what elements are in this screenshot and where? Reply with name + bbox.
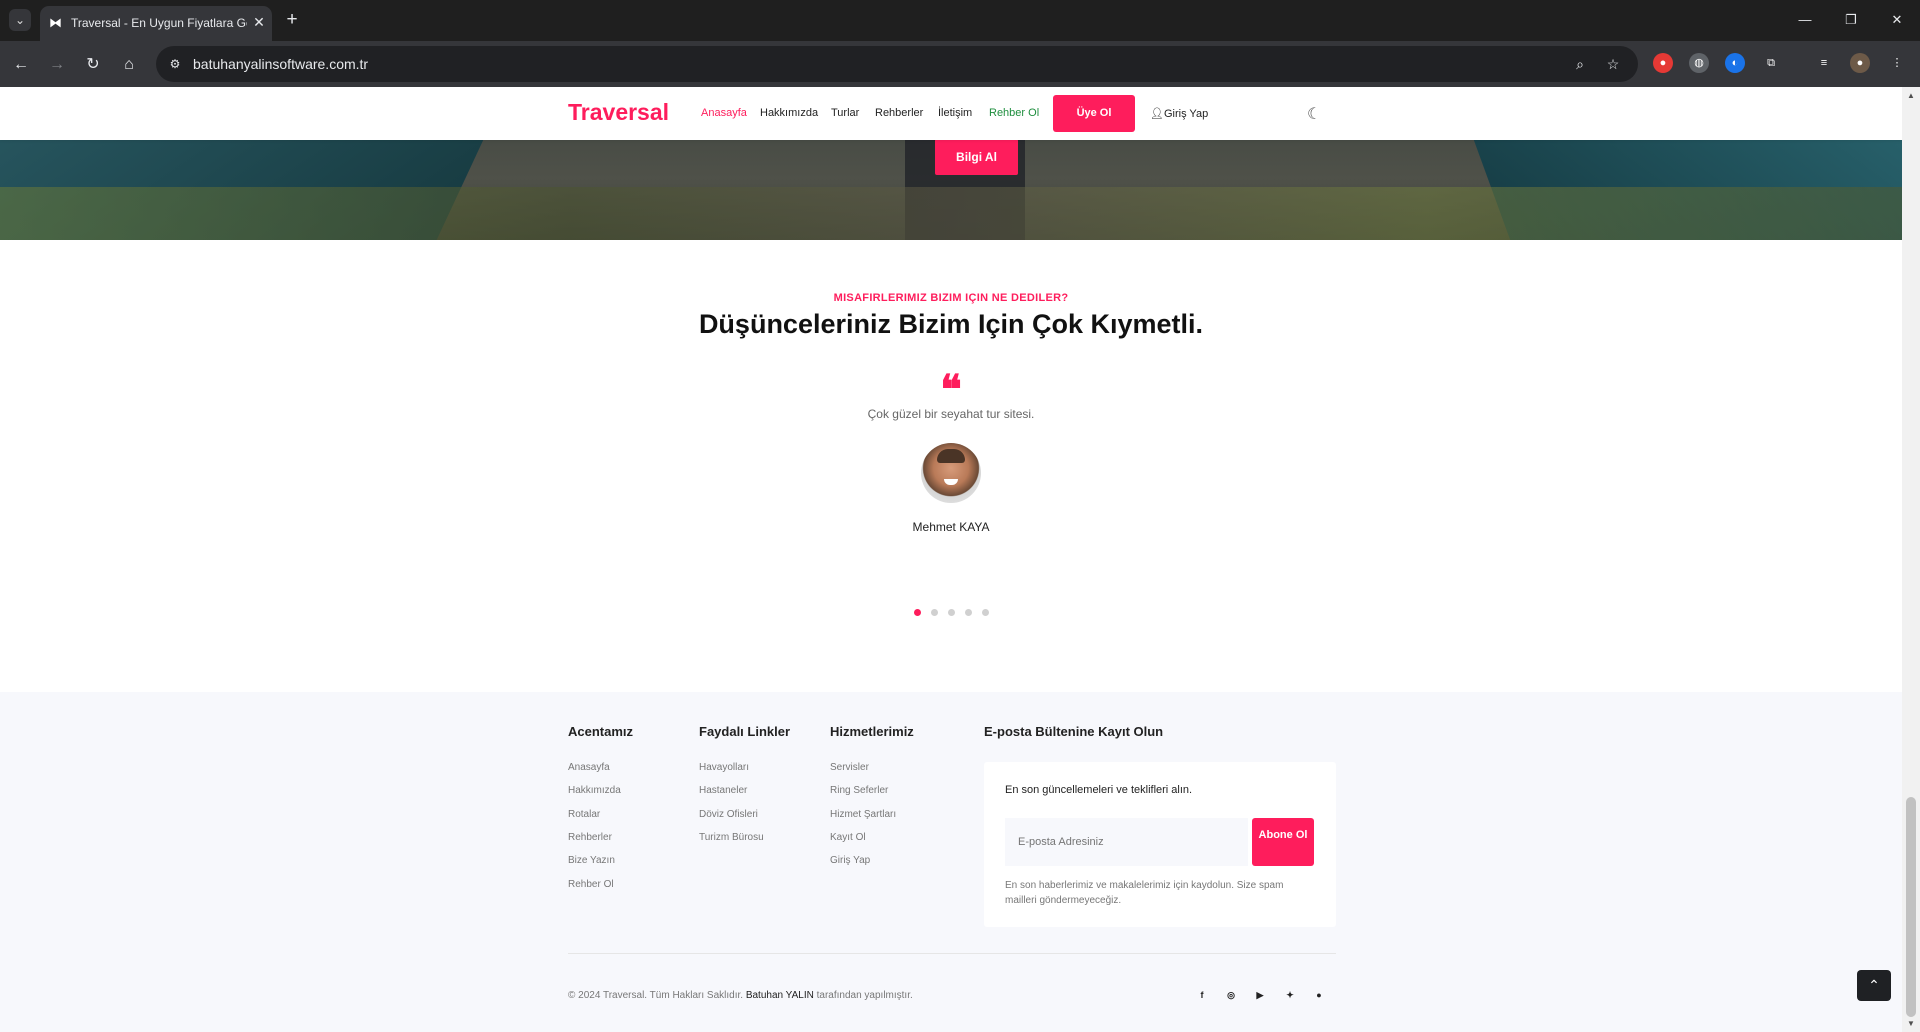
browser-chrome: ⌄ ⧓ Traversal - En Uygun Fiyatlara Ge ✕ … [0, 0, 1920, 87]
favicon-icon: ⧓ [49, 15, 62, 30]
footer-link[interactable]: Havayolları [699, 762, 749, 773]
footer-link[interactable]: Ring Seferler [830, 785, 888, 796]
browser-tab[interactable]: ⧓ Traversal - En Uygun Fiyatlara Ge ✕ [40, 6, 272, 41]
back-icon[interactable]: ← [10, 54, 32, 76]
hero-grass [0, 187, 1902, 240]
footer-link[interactable]: Döviz Ofisleri [699, 809, 758, 820]
newsletter-note: En son haberlerimiz ve makalelerimiz içi… [1005, 880, 1284, 906]
avatar-hair [937, 449, 965, 463]
nav-item-become-guide[interactable]: Rehber Ol [989, 107, 1039, 119]
scroll-down-icon[interactable]: ▼ [1907, 1019, 1915, 1028]
restore-icon[interactable]: ❐ [1839, 9, 1863, 31]
nav-item-about[interactable]: Hakkımızda [760, 107, 818, 119]
footer-link[interactable]: Turizm Bürosu [699, 832, 764, 843]
user-icon: 👤︎ [1150, 108, 1164, 120]
twitter-icon[interactable]: ✦ [1283, 988, 1297, 1002]
newsletter-intro: En son güncellemeleri ve teklifleri alın… [1005, 784, 1193, 796]
web-page: Bilgi Al Traversal Anasayfa Hakkımızda T… [0, 87, 1902, 1032]
footer-col3-title: Hizmetlerimiz [830, 724, 914, 739]
chevron-up-icon: ⌃ [1868, 977, 1880, 993]
footer-link[interactable]: Kayıt Ol [830, 832, 866, 843]
testimonial-text: Çok güzel bir seyahat tur sitesi. [867, 407, 1035, 421]
author-link[interactable]: Batuhan YALIN [746, 990, 814, 1001]
signup-button[interactable]: Üye Ol [1053, 95, 1135, 132]
bookmark-star-icon[interactable]: ☆ [1604, 55, 1622, 73]
tab-strip: ⌄ ⧓ Traversal - En Uygun Fiyatlara Ge ✕ … [0, 0, 1920, 41]
footer-col1-title: Acentamız [568, 724, 634, 739]
scroll-to-top-button[interactable]: ⌃ [1857, 970, 1891, 1001]
page-scrollbar[interactable]: ▲ ▼ [1902, 87, 1920, 1032]
carousel-dot[interactable] [965, 609, 972, 616]
scroll-up-icon[interactable]: ▲ [1907, 91, 1915, 100]
carousel-dot[interactable] [982, 609, 989, 616]
tab-search-icon[interactable]: ⌄ [9, 9, 31, 31]
youtube-icon[interactable]: ▶ [1253, 988, 1267, 1002]
copyright-text: © 2024 Traversal. Tüm Hakları Saklıdır. [568, 990, 744, 1001]
url-text: batuhanyalinsoftware.com.tr [193, 56, 369, 72]
facebook-icon[interactable]: f [1195, 988, 1209, 1002]
footer-link[interactable]: Rehber Ol [568, 879, 614, 890]
reload-icon[interactable]: ↻ [82, 54, 104, 76]
testimonial-author: Mehmet KAYA [912, 520, 990, 534]
extension-red-icon[interactable]: ● [1653, 53, 1673, 73]
dark-mode-moon-icon[interactable]: ☾ [1307, 104, 1321, 124]
footer-link[interactable]: Rotalar [568, 809, 600, 820]
new-tab-icon[interactable]: + [281, 9, 303, 31]
address-bar[interactable]: ⚙ batuhanyalinsoftware.com.tr ⌕ ☆ [156, 46, 1638, 82]
footer-link[interactable]: Servisler [830, 762, 869, 773]
avatar-smile [944, 479, 958, 485]
forward-icon[interactable]: → [46, 54, 68, 76]
profile-avatar-icon[interactable]: ● [1850, 53, 1870, 73]
extensions-puzzle-icon[interactable]: ⧉ [1761, 53, 1781, 73]
tab-title: Traversal - En Uygun Fiyatlara Ge [71, 16, 247, 30]
footer-link[interactable]: Bize Yazın [568, 855, 615, 866]
scrollbar-thumb[interactable] [1906, 797, 1916, 1017]
instagram-icon[interactable]: ◎ [1224, 988, 1238, 1002]
nav-item-tours[interactable]: Turlar [831, 107, 859, 119]
copyright: © 2024 Traversal. Tüm Hakları Saklıdır. … [568, 990, 913, 1001]
minimize-icon[interactable]: — [1793, 9, 1817, 31]
login-label: Giriş Yap [1163, 108, 1209, 120]
extension-globe-icon[interactable]: ◍ [1689, 53, 1709, 73]
close-tab-icon[interactable]: ✕ [249, 12, 269, 32]
avatar [921, 443, 981, 503]
extension-blue-icon[interactable]: ◐ [1725, 53, 1745, 73]
email-field[interactable] [1005, 818, 1248, 866]
footer-link[interactable]: Hizmet Şartları [830, 809, 896, 820]
browser-menu-icon[interactable]: ⋮ [1887, 53, 1907, 73]
testimonials-title: Düşünceleriniz Bizim Için Çok Kıymetli. [698, 309, 1204, 339]
site-footer: Acentamız Anasayfa Hakkımızda Rotalar Re… [0, 692, 1902, 1032]
subscribe-button[interactable]: Abone Ol [1252, 818, 1314, 866]
media-control-icon[interactable]: ≡ [1814, 53, 1834, 73]
site-info-icon[interactable]: ⚙ [166, 55, 184, 73]
quote-icon: ❝ [940, 366, 962, 413]
site-navbar: Traversal Anasayfa Hakkımızda Turlar Reh… [0, 87, 1902, 140]
carousel-dot[interactable] [931, 609, 938, 616]
footer-link[interactable]: Anasayfa [568, 762, 610, 773]
zoom-icon[interactable]: ⌕ [1571, 55, 1589, 73]
browser-toolbar: ← → ↻ ⌂ ⚙ batuhanyalinsoftware.com.tr ⌕ … [0, 41, 1920, 87]
footer-link[interactable]: Hakkımızda [568, 785, 621, 796]
copyright-suffix: tarafından yapılmıştır. [816, 990, 913, 1001]
testimonials-subtitle: MISAFIRLERIMIZ BIZIM IÇIN NE DEDILER? [833, 292, 1069, 304]
nav-item-home[interactable]: Anasayfa [701, 107, 747, 119]
footer-col2-title: Faydalı Linkler [699, 724, 791, 739]
home-icon[interactable]: ⌂ [118, 54, 140, 76]
newsletter-card: En son güncellemeleri ve teklifleri alın… [984, 762, 1336, 927]
nav-item-guides[interactable]: Rehberler [875, 107, 923, 119]
login-link[interactable]: 👤︎Giriş Yap [1150, 107, 1208, 120]
footer-link[interactable]: Giriş Yap [830, 855, 870, 866]
footer-link[interactable]: Hastaneler [699, 785, 747, 796]
carousel-dot[interactable] [948, 609, 955, 616]
footer-link[interactable]: Rehberler [568, 832, 612, 843]
brand-logo[interactable]: Traversal [568, 99, 669, 126]
newsletter-title: E-posta Bültenine Kayıt Olun [984, 724, 1164, 739]
nav-item-contact[interactable]: İletişim [938, 107, 972, 119]
footer-divider [568, 953, 1336, 954]
close-window-icon[interactable]: ✕ [1885, 9, 1909, 31]
carousel-dot[interactable] [914, 609, 921, 616]
info-button[interactable]: Bilgi Al [935, 139, 1018, 175]
github-icon[interactable]: ● [1312, 988, 1326, 1002]
